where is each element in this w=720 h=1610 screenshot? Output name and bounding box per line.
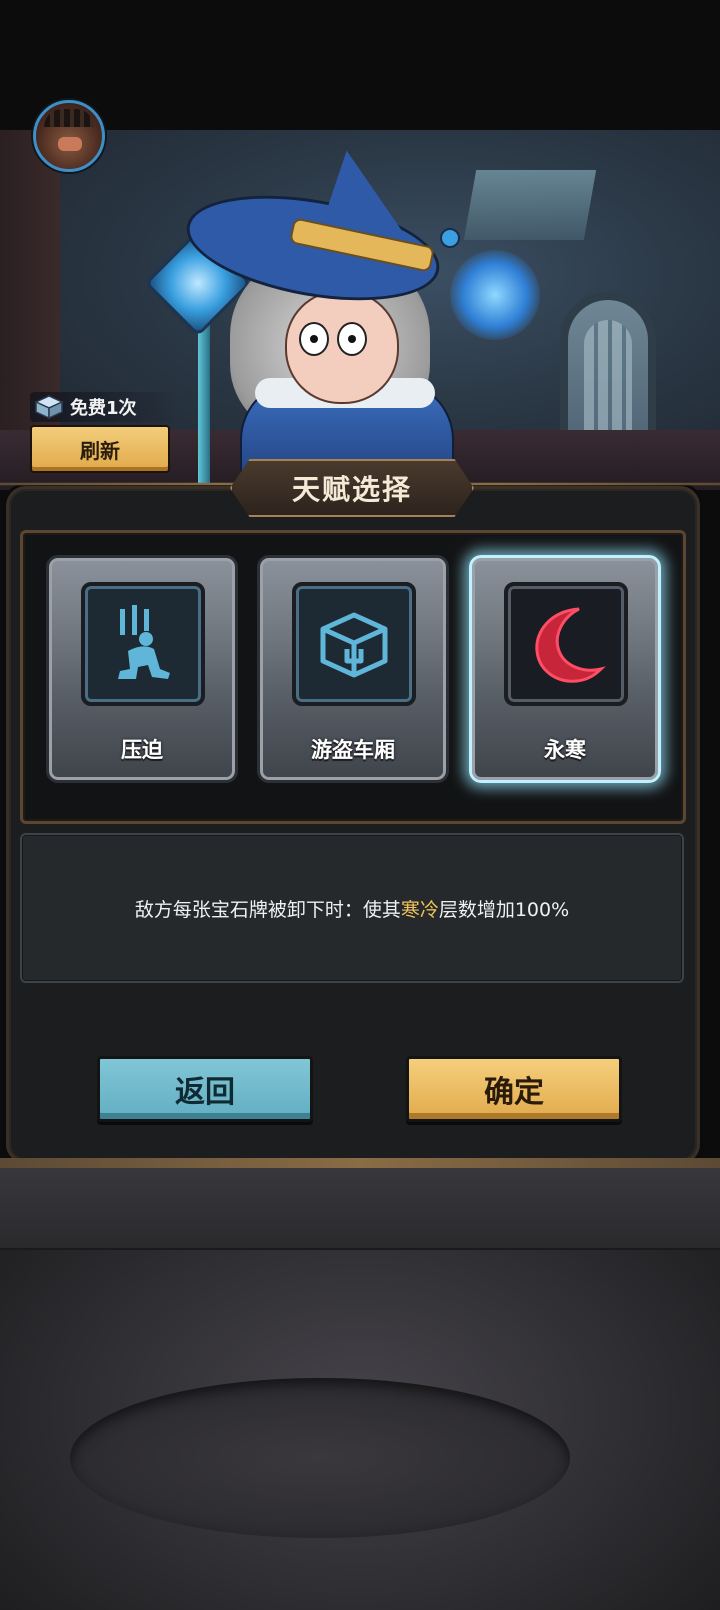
panel-title-plate: 天赋选择 bbox=[230, 459, 474, 517]
back-button[interactable]: 返回 bbox=[97, 1056, 313, 1122]
floor-background bbox=[0, 1168, 720, 1610]
talent-label-3: 永寒 bbox=[544, 738, 586, 762]
kneeling-figure-icon bbox=[118, 605, 170, 679]
talent-icon-frame bbox=[81, 582, 205, 706]
panel-title: 天赋选择 bbox=[291, 473, 412, 506]
left-eye bbox=[299, 322, 329, 356]
magic-orb bbox=[450, 250, 540, 340]
panel-bottom-trim bbox=[0, 1158, 720, 1168]
chest-icon bbox=[320, 612, 388, 678]
avatar-spikes bbox=[44, 109, 94, 127]
hat-ornament bbox=[440, 228, 460, 248]
talent-description-box: 敌方每张宝石牌被卸下时：使其寒冷层数增加100% bbox=[20, 833, 684, 983]
wizard-character bbox=[140, 142, 540, 494]
crescent-moon-icon bbox=[535, 607, 606, 683]
confirm-button[interactable]: 确定 bbox=[406, 1056, 622, 1122]
talent-label-2: 游盗车厢 bbox=[311, 738, 395, 762]
floor-crater bbox=[70, 1378, 570, 1538]
talent-description: 敌方每张宝石牌被卸下时：使其寒冷层数增加100% bbox=[135, 895, 569, 922]
avatar-snout bbox=[58, 137, 82, 151]
talent-icon-frame bbox=[292, 582, 416, 706]
enemy-avatar[interactable] bbox=[33, 100, 105, 172]
right-eye bbox=[337, 322, 367, 356]
talent-card-2[interactable]: 游盗车厢 bbox=[257, 555, 449, 783]
talent-icon-frame bbox=[504, 582, 628, 706]
description-highlight: 寒冷 bbox=[400, 898, 439, 921]
refresh-button[interactable]: 刷新 bbox=[30, 425, 170, 473]
free-count-label: 免费1次 bbox=[70, 398, 137, 419]
gem-cube-icon bbox=[34, 394, 64, 420]
talent-card-3[interactable]: 永寒 bbox=[469, 555, 661, 783]
talent-label-1: 压迫 bbox=[121, 738, 163, 762]
free-refresh-info: 免费1次 bbox=[30, 392, 180, 422]
description-text-after: 层数增加100% bbox=[438, 898, 570, 921]
face bbox=[285, 290, 399, 404]
stone-step bbox=[0, 1168, 720, 1250]
talent-card-1[interactable]: 压迫 bbox=[46, 555, 238, 783]
description-text-before: 敌方每张宝石牌被卸下时：使其 bbox=[134, 898, 401, 921]
